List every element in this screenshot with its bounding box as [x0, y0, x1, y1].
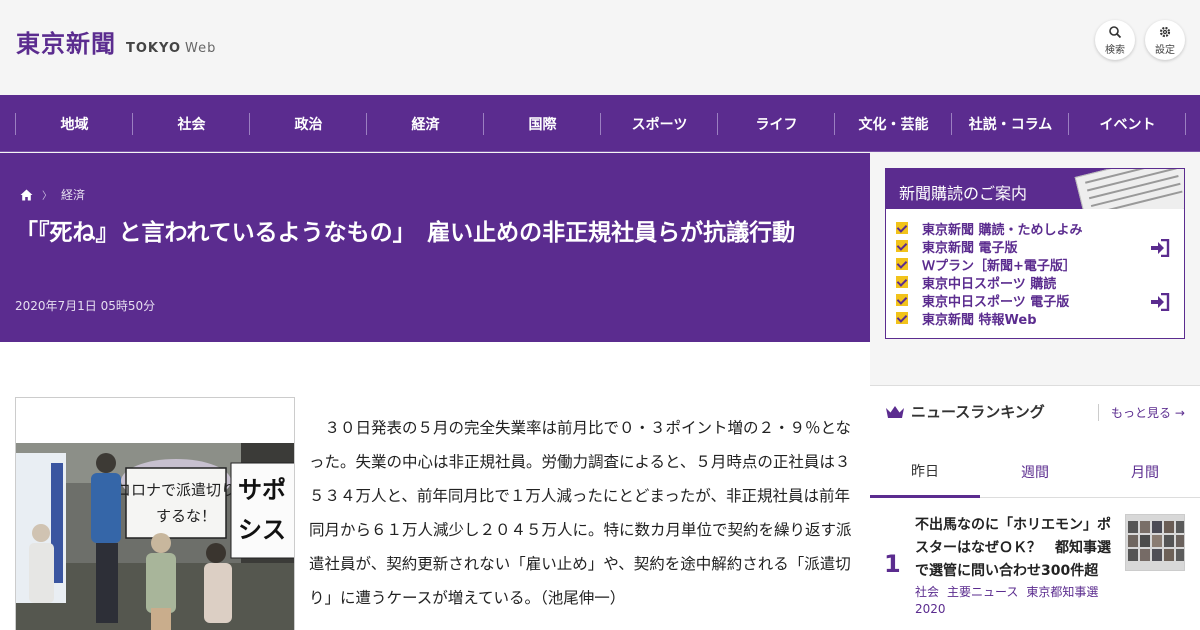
- article-photo[interactable]: コロナで派遣切り するな！ サポ シス: [15, 397, 295, 630]
- tab-weekly[interactable]: 週間: [980, 446, 1090, 498]
- nav-item-sports[interactable]: スポーツ: [601, 95, 718, 152]
- subscription-heading: 新聞購読のご案内: [899, 184, 1028, 203]
- news-ranking: ニュースランキング もっと見る → 昨日 週間 月間 1 不出馬なのに「ホリエモ…: [870, 385, 1200, 630]
- ranking-header: ニュースランキング: [885, 401, 1045, 422]
- checkbox-icon: [896, 240, 908, 252]
- article-content: コロナで派遣切り するな！ サポ シス ３０日発表の５月の完全失業率は前月比で０…: [0, 342, 870, 630]
- article-date: 2020年7月1日 05時50分: [15, 299, 156, 313]
- rank-number: 1: [884, 550, 901, 578]
- poster-thumbnail-image: [1126, 515, 1184, 570]
- svg-text:シス: シス: [238, 516, 286, 544]
- nav-item-politics[interactable]: 政治: [250, 95, 367, 152]
- nav-item-region[interactable]: 地域: [16, 95, 133, 152]
- settings-label: 設定: [1155, 44, 1175, 56]
- chevron-right-icon: 〉: [42, 191, 52, 202]
- search-label: 検索: [1105, 44, 1125, 56]
- breadcrumb-section[interactable]: 経済: [61, 186, 85, 203]
- subscription-box: 新聞購読のご案内 東京新聞 購読・ためしよみ 東京新聞 電子版 Ｗプラン［新聞+…: [885, 168, 1185, 339]
- site-logo[interactable]: 東京新聞 TOKYO Web: [16, 24, 216, 59]
- subscription-item[interactable]: 東京中日スポーツ 電子版: [896, 291, 1126, 310]
- subscription-item[interactable]: 東京新聞 電子版: [896, 237, 1126, 256]
- article-header: 〉 経済 「『死ね』と言われているようなもの」 雇い止めの非正規社員らが抗議行動…: [0, 153, 870, 342]
- page: 東京新聞 TOKYO Web 検索 設定 地域 社会 政治 経済 国際 スポーツ …: [0, 0, 1200, 630]
- svg-text:するな！: するな！: [156, 507, 216, 525]
- nav-item-economy[interactable]: 経済: [367, 95, 484, 152]
- subscription-list: 東京新聞 購読・ためしよみ 東京新聞 電子版 Ｗプラン［新聞+電子版］ 東京中日…: [896, 219, 1126, 328]
- newspaper-image: [1074, 169, 1184, 209]
- rank-thumbnail[interactable]: [1125, 514, 1185, 571]
- svg-text:サポ: サポ: [238, 476, 286, 504]
- nav-item-events[interactable]: イベント: [1069, 95, 1186, 152]
- ranking-item[interactable]: 1 不出馬なのに「ホリエモン」ポスターはなぜＯＫ？ 都知事選で選管に問い合わせ3…: [870, 498, 1200, 630]
- rank-tags: 社会 主要ニュース 東京都知事選2020: [915, 584, 1115, 618]
- sidebar: 新聞購読のご案内 東京新聞 購読・ためしよみ 東京新聞 電子版 Ｗプラン［新聞+…: [870, 153, 1200, 630]
- nav-item-editorial[interactable]: 社説・コラム: [952, 95, 1069, 152]
- subscription-item[interactable]: 東京新聞 特報Web: [896, 309, 1126, 328]
- checkbox-icon: [896, 258, 908, 270]
- login-icon[interactable]: [1150, 239, 1170, 257]
- ranking-heading: ニュースランキング: [911, 403, 1045, 421]
- settings-button[interactable]: 設定: [1145, 20, 1185, 60]
- search-icon: [1109, 25, 1122, 38]
- subscription-item[interactable]: Ｗプラン［新聞+電子版］: [896, 255, 1126, 274]
- gear-icon: [1159, 26, 1171, 37]
- rank-tag[interactable]: 社会: [915, 585, 939, 599]
- arrow-right-icon: →: [1174, 406, 1185, 420]
- nav-separator: [1185, 113, 1186, 135]
- logo-en: TOKYO Web: [126, 41, 217, 56]
- nav-item-culture[interactable]: 文化・芸能: [835, 95, 952, 152]
- article-body: ３０日発表の５月の完全失業率は前月比で０・３ポイント増の２・９％となった。失業の…: [309, 419, 852, 607]
- checkbox-icon: [896, 294, 908, 306]
- protest-sign-text: コロナで派遣切り: [116, 481, 236, 499]
- rank-title[interactable]: 不出馬なのに「ホリエモン」ポスターはなぜＯＫ？ 都知事選で選管に問い合わせ300…: [915, 514, 1115, 583]
- crown-icon: [886, 405, 904, 418]
- subscription-item[interactable]: 東京中日スポーツ 購読: [896, 273, 1126, 292]
- nav-item-society[interactable]: 社会: [133, 95, 250, 152]
- tab-monthly[interactable]: 月間: [1090, 446, 1200, 498]
- logo-jp: 東京新聞: [16, 29, 116, 58]
- login-icon[interactable]: [1150, 293, 1170, 311]
- breadcrumb: 〉 経済: [20, 186, 85, 203]
- nav-item-international[interactable]: 国際: [484, 95, 601, 152]
- subscription-item[interactable]: 東京新聞 購読・ためしよみ: [896, 219, 1126, 238]
- home-icon[interactable]: [20, 189, 33, 201]
- nav-item-life[interactable]: ライフ: [718, 95, 835, 152]
- checkbox-icon: [896, 312, 908, 324]
- checkbox-icon: [896, 276, 908, 288]
- article-title: 「『死ね』と言われているようなもの」 雇い止めの非正規社員らが抗議行動: [15, 220, 796, 246]
- ranking-tabs: 昨日 週間 月間: [870, 446, 1200, 498]
- protest-photo-image: コロナで派遣切り するな！ サポ シス: [16, 443, 294, 630]
- search-button[interactable]: 検索: [1095, 20, 1135, 60]
- tab-yesterday[interactable]: 昨日: [870, 446, 980, 498]
- rank-tag[interactable]: 主要ニュース: [947, 585, 1018, 599]
- site-header: 東京新聞 TOKYO Web 検索 設定: [0, 0, 1200, 95]
- subscription-header: 新聞購読のご案内: [886, 169, 1184, 209]
- ranking-more-link[interactable]: もっと見る →: [1098, 404, 1185, 421]
- main-nav: 地域 社会 政治 経済 国際 スポーツ ライフ 文化・芸能 社説・コラム イベン…: [0, 95, 1200, 152]
- checkbox-icon: [896, 222, 908, 234]
